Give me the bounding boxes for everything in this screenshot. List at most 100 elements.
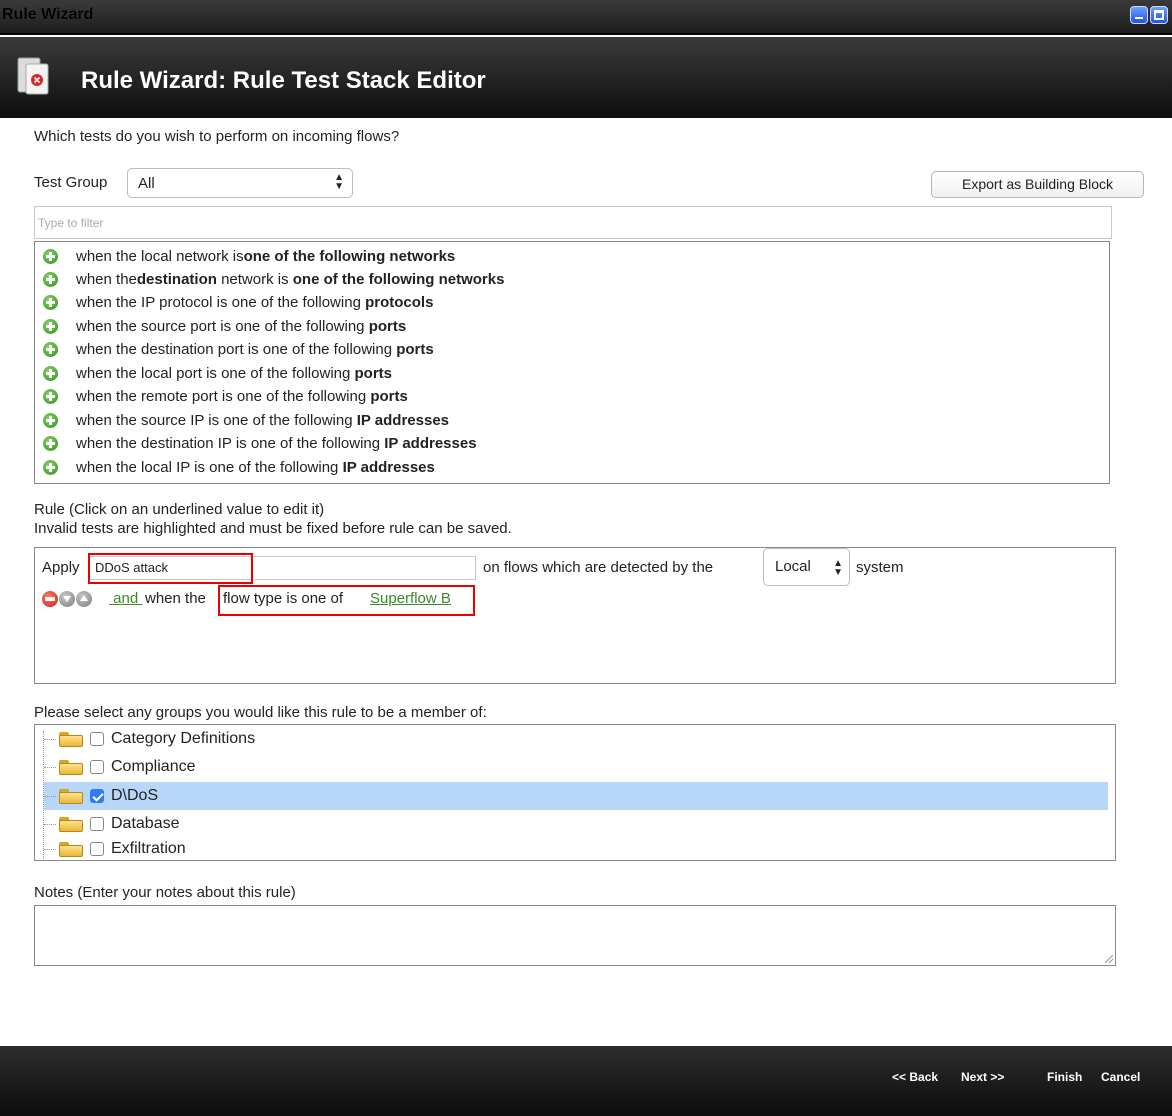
apply-label: Apply — [42, 559, 80, 576]
group-checkbox[interactable] — [90, 732, 104, 746]
move-down-icon[interactable] — [59, 591, 75, 607]
test-text-bold: ports — [354, 365, 393, 382]
move-up-icon[interactable] — [76, 591, 92, 607]
group-checkbox[interactable] — [90, 842, 104, 856]
wizard-header: Rule Wizard: Rule Test Stack Editor — [0, 37, 1172, 118]
add-test-icon[interactable] — [43, 366, 58, 381]
group-item[interactable]: Category Definitions — [44, 725, 255, 753]
select-arrows-icon: ▲ ▼ — [833, 558, 843, 578]
test-item[interactable]: when the destination IP is one of the fo… — [43, 432, 477, 455]
rule-instructions-line2: Invalid tests are highlighted and must b… — [34, 520, 512, 537]
test-item[interactable]: when the local port is one of the follow… — [43, 362, 392, 385]
cancel-button[interactable]: Cancel — [1101, 1070, 1140, 1084]
test-text: network is — [216, 271, 293, 288]
test-item[interactable]: when the destination port is one of the … — [43, 338, 434, 361]
test-text-bold: protocols — [365, 294, 434, 311]
window-titlebar: Rule Wizard — [0, 0, 1172, 35]
test-text: when the local network is — [76, 248, 244, 265]
highlight-box — [218, 585, 475, 616]
folder-icon — [58, 841, 84, 857]
test-text-bold: ports — [368, 318, 407, 335]
add-test-icon[interactable] — [43, 272, 58, 287]
maximize-button[interactable] — [1150, 6, 1168, 24]
add-test-icon[interactable] — [43, 319, 58, 334]
test-item[interactable]: when the IP protocol is one of the follo… — [43, 291, 433, 314]
test-text-bold: ports — [396, 341, 434, 358]
test-text: when the source port is one of the follo… — [76, 318, 369, 335]
group-checkbox[interactable] — [90, 817, 104, 831]
export-building-block-button[interactable]: Export as Building Block — [931, 171, 1144, 198]
test-item[interactable]: when the local network is one of the fol… — [43, 245, 455, 268]
rule-instructions: Rule (Click on an underlined value to ed… — [34, 500, 512, 538]
test-item[interactable]: when the source IP is one of the followi… — [43, 409, 449, 432]
finish-button[interactable]: Finish — [1047, 1070, 1082, 1084]
test-item[interactable]: when the destination network is one of t… — [43, 268, 504, 291]
test-text-bold: IP addresses — [384, 435, 477, 452]
test-item[interactable]: when the remote port is one of the follo… — [43, 385, 408, 408]
and-link[interactable]: and — [109, 590, 142, 607]
select-arrows-icon: ▲ ▼ — [334, 172, 344, 192]
test-text-bold: IP addresses — [356, 412, 450, 429]
add-test-icon[interactable] — [43, 295, 58, 310]
detected-by-text: on flows which are detected by the — [483, 559, 714, 576]
system-select[interactable]: Local ▲ ▼ — [763, 548, 850, 586]
add-test-icon[interactable] — [43, 413, 58, 428]
test-text: when the IP protocol is one of the follo… — [76, 294, 366, 311]
group-item[interactable]: Database — [44, 810, 180, 838]
minimize-button[interactable] — [1130, 6, 1148, 24]
tree-connector — [44, 738, 56, 740]
test-text-bold: one of the following networks — [292, 271, 505, 288]
add-test-icon[interactable] — [43, 342, 58, 357]
test-list: when the local network is one of the fol… — [34, 241, 1110, 484]
folder-icon — [58, 759, 84, 775]
test-item[interactable]: when the source port is one of the follo… — [43, 315, 406, 338]
add-test-icon[interactable] — [43, 389, 58, 404]
group-label: Database — [111, 815, 180, 832]
group-checkbox[interactable] — [90, 760, 104, 774]
group-item[interactable]: Exfiltration — [44, 838, 186, 860]
highlight-box — [88, 553, 253, 584]
group-label: Exfiltration — [111, 840, 186, 857]
test-group-select[interactable]: All ▲ ▼ — [127, 168, 353, 198]
test-item[interactable]: when the local IP is one of the followin… — [43, 456, 435, 479]
remove-test-icon[interactable] — [42, 591, 58, 607]
tree-connector — [44, 823, 56, 825]
folder-icon — [58, 731, 84, 747]
test-text: when the destination port is one of the … — [76, 341, 397, 358]
group-label: D\DoS — [111, 787, 159, 804]
test-text-bold: one of the following networks — [243, 248, 456, 265]
window-controls — [1130, 6, 1168, 24]
test-group-label: Test Group — [34, 174, 108, 191]
group-checkbox-checked[interactable] — [90, 789, 104, 803]
rule-wizard-icon — [17, 57, 49, 95]
notes-textarea[interactable] — [34, 905, 1116, 966]
tree-connector — [44, 795, 56, 797]
tests-question: Which tests do you wish to perform on in… — [34, 128, 400, 145]
window-title: Rule Wizard — [2, 6, 94, 23]
add-test-icon[interactable] — [43, 249, 58, 264]
test-text: when the local port is one of the follow… — [76, 365, 355, 382]
rule-instructions-line1: Rule (Click on an underlined value to ed… — [34, 501, 325, 518]
tree-connector — [44, 766, 56, 768]
add-test-icon[interactable] — [43, 436, 58, 451]
system-select-value: Local — [775, 558, 811, 575]
back-button[interactable]: << Back — [892, 1070, 938, 1084]
group-label: Compliance — [111, 758, 196, 775]
test-group-value: All — [138, 175, 155, 192]
group-item-selected[interactable]: D\DoS — [44, 782, 1108, 810]
test-text: when the source IP is one of the followi… — [76, 412, 357, 429]
add-test-icon[interactable] — [43, 460, 58, 475]
test-text: when the remote port is one of the follo… — [76, 388, 371, 405]
tree-connector — [44, 848, 56, 850]
test-text-bold: destination — [136, 271, 217, 288]
test-text-bold: ports — [370, 388, 408, 405]
test-controls — [42, 591, 93, 607]
system-text: system — [856, 559, 904, 576]
test-text-bold: IP addresses — [342, 459, 435, 476]
folder-icon — [58, 816, 84, 832]
next-button[interactable]: Next >> — [961, 1070, 1004, 1084]
group-item[interactable]: Compliance — [44, 753, 195, 781]
group-label: Category Definitions — [111, 730, 256, 747]
resize-grip-icon[interactable] — [1105, 955, 1113, 963]
filter-input[interactable]: Type to filter — [34, 206, 1112, 239]
